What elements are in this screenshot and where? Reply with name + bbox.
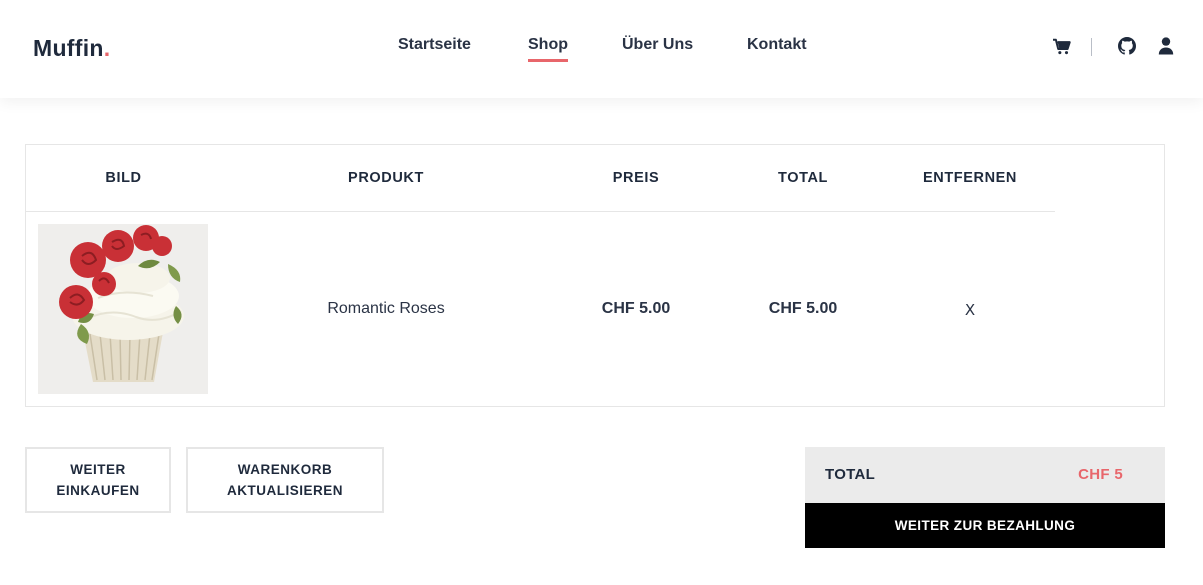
nav-item-shop[interactable]: Shop — [528, 36, 568, 62]
continue-shopping-label-line1: WEITER — [70, 462, 126, 477]
product-total: CHF 5.00 — [768, 300, 838, 317]
cart-total-value: CHF 5 — [1078, 466, 1123, 483]
checkout-button[interactable]: WEITER ZUR BEZAHLUNG — [805, 503, 1165, 548]
brand-name: Muffin — [33, 35, 104, 61]
product-price: CHF 5.00 — [601, 300, 671, 317]
cart-table: BILD PRODUKT PREIS TOTAL ENTFERNEN Roman… — [25, 144, 1165, 407]
github-icon[interactable] — [1118, 37, 1136, 55]
cart-total-box: TOTAL CHF 5 — [805, 447, 1165, 503]
nav-item-kontakt[interactable]: Kontakt — [747, 36, 807, 54]
cart-icon[interactable] — [1053, 38, 1071, 56]
column-header-entfernen: ENTFERNEN — [922, 170, 1017, 186]
cart-total-label: TOTAL — [825, 466, 876, 483]
nav-item-startseite[interactable]: Startseite — [398, 36, 471, 54]
nav-item-ueber-uns[interactable]: Über Uns — [622, 36, 693, 54]
update-cart-label-line1: WARENKORB — [237, 462, 333, 477]
header-separator — [1091, 38, 1092, 56]
continue-shopping-button[interactable]: WEITER EINKAUFEN — [25, 447, 171, 513]
column-header-bild: BILD — [105, 170, 142, 186]
remove-item-button[interactable]: X — [890, 301, 1050, 319]
brand-dot: . — [103, 35, 111, 61]
user-icon[interactable] — [1157, 37, 1175, 55]
cupcake-image[interactable] — [38, 224, 208, 394]
product-name[interactable]: Romantic Roses — [246, 300, 526, 318]
column-header-preis: PREIS — [612, 170, 660, 186]
update-cart-button[interactable]: WARENKORB AKTUALISIEREN — [186, 447, 384, 513]
cart-table-header: BILD PRODUKT PREIS TOTAL ENTFERNEN — [26, 145, 1055, 212]
continue-shopping-label-line2: EINKAUFEN — [56, 483, 140, 498]
column-header-total: TOTAL — [778, 170, 828, 186]
brand-logo[interactable]: Muffin. — [33, 35, 110, 62]
update-cart-label-line2: AKTUALISIEREN — [226, 483, 343, 498]
column-header-produkt: PRODUKT — [348, 170, 424, 186]
site-header: Muffin. Startseite Shop Über Uns Kontakt — [0, 0, 1203, 98]
